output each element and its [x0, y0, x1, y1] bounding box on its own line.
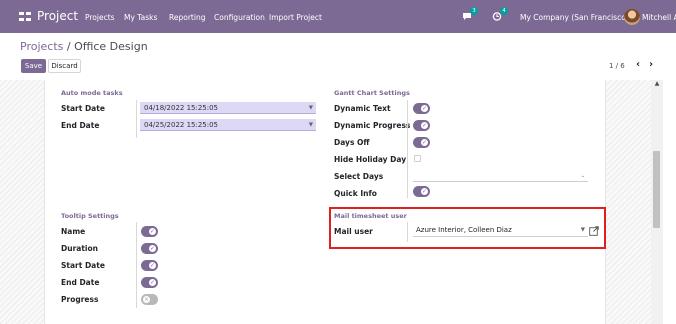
tooltip-duration-label: Duration: [61, 244, 98, 253]
apps-grid-icon[interactable]: [19, 12, 31, 21]
tooltip-section-title: Tooltip Settings: [61, 212, 119, 220]
pager-value[interactable]: 1 / 6: [609, 62, 625, 70]
tooltip-progress-label: Progress: [61, 295, 99, 304]
dynamic-progress-label: Dynamic Progress: [334, 121, 411, 130]
form-sheet: [44, 80, 606, 324]
hide-holiday-day-checkbox[interactable]: [414, 155, 421, 162]
start-date-input[interactable]: 04/18/2022 15:25:05 ▼: [140, 102, 316, 114]
days-off-label: Days Off: [334, 138, 370, 147]
mail-user-select[interactable]: Azure Interior, Colleen Diaz ▼: [413, 224, 588, 237]
user-menu[interactable]: Mitchell Admin: [642, 13, 676, 22]
caret-down-icon: ▼: [308, 105, 313, 111]
auto-mode-section-title: Auto mode tasks: [61, 89, 123, 97]
company-switcher[interactable]: My Company (San Francisco): [520, 13, 629, 22]
tooltip-end-date-toggle[interactable]: ✓: [141, 277, 158, 288]
caret-down-icon: ▼: [580, 227, 585, 233]
breadcrumb-projects-link[interactable]: Projects: [20, 40, 63, 53]
tooltip-start-date-label: Start Date: [61, 261, 105, 270]
dynamic-progress-toggle[interactable]: ✓: [413, 120, 430, 131]
quick-info-toggle[interactable]: ✓: [413, 186, 430, 197]
end-date-value: 04/25/2022 15:25:05: [144, 121, 219, 129]
menu-import-project[interactable]: Import Project: [269, 13, 322, 22]
caret-down-icon: ⌄: [580, 173, 585, 179]
tooltip-end-date-label: End Date: [61, 278, 100, 287]
mail-section-title: Mail timesheet user: [334, 212, 407, 220]
start-date-value: 04/18/2022 15:25:05: [144, 104, 219, 112]
tooltip-name-toggle[interactable]: ✓: [141, 226, 158, 237]
chat-count-badge: 3: [470, 7, 478, 15]
field-divider: [136, 222, 137, 308]
dynamic-text-toggle[interactable]: ✓: [413, 103, 430, 114]
field-divider: [136, 100, 137, 138]
tooltip-progress-toggle[interactable]: ×: [141, 294, 158, 305]
top-navbar: Project Projects My Tasks Reporting Conf…: [0, 0, 676, 33]
tooltip-duration-toggle[interactable]: ✓: [141, 243, 158, 254]
mail-user-value: Azure Interior, Colleen Diaz: [416, 226, 512, 234]
app-brand[interactable]: Project: [37, 9, 78, 23]
select-days-dropdown[interactable]: ⌄: [413, 169, 588, 182]
menu-my-tasks[interactable]: My Tasks: [124, 13, 157, 22]
end-date-input[interactable]: 04/25/2022 15:25:05 ▼: [140, 119, 316, 131]
activity-count-badge: 4: [500, 7, 508, 15]
scrollbar-thumb[interactable]: [653, 151, 660, 228]
tooltip-name-label: Name: [61, 227, 86, 236]
mail-user-label: Mail user: [334, 227, 373, 236]
menu-configuration[interactable]: Configuration: [214, 13, 265, 22]
discard-button[interactable]: Discard: [48, 59, 81, 73]
start-date-label: Start Date: [61, 104, 105, 113]
end-date-label: End Date: [61, 121, 100, 130]
breadcrumb: Projects / Office Design: [20, 40, 148, 53]
select-days-label: Select Days: [334, 172, 384, 181]
save-button[interactable]: Save: [21, 59, 46, 73]
user-avatar[interactable]: [624, 9, 640, 25]
dynamic-text-label: Dynamic Text: [334, 104, 391, 113]
days-off-toggle[interactable]: ✓: [413, 137, 430, 148]
menu-reporting[interactable]: Reporting: [169, 13, 205, 22]
quick-info-label: Quick Info: [334, 189, 377, 198]
hide-holiday-day-label: Hide Holiday Day: [334, 155, 407, 164]
external-link-icon[interactable]: [589, 226, 599, 236]
caret-down-icon: ▼: [308, 122, 313, 128]
breadcrumb-separator: /: [63, 40, 75, 53]
menu-projects[interactable]: Projects: [85, 13, 115, 22]
tooltip-start-date-toggle[interactable]: ✓: [141, 260, 158, 271]
pager-next-button[interactable]: ›: [645, 58, 657, 72]
gantt-section-title: Gantt Chart Settings: [334, 89, 410, 97]
scroll-up-arrow[interactable]: ▲: [652, 80, 662, 88]
breadcrumb-current: Office Design: [74, 40, 148, 53]
pager-previous-button[interactable]: ‹: [632, 58, 644, 72]
field-divider: [407, 222, 408, 242]
field-divider: [407, 100, 408, 198]
